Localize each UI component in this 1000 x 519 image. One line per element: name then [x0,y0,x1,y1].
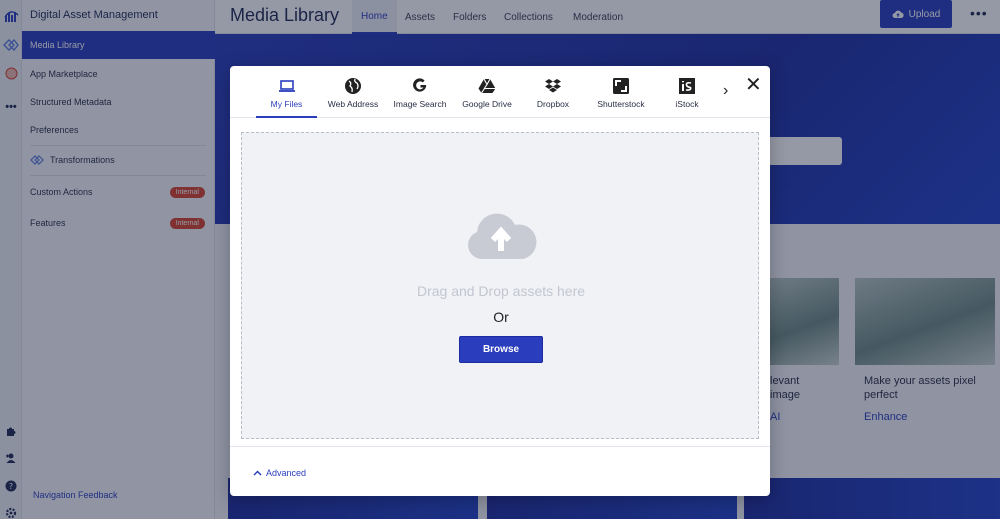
tab-label: iStock [675,99,699,109]
tab-label: Shutterstock [597,99,645,109]
tab-web-address[interactable]: Web Address [323,66,383,118]
close-icon[interactable]: ✕ [745,75,762,95]
globe-icon [343,76,363,96]
tab-dropbox[interactable]: Dropbox [527,66,579,118]
tab-my-files[interactable]: My Files [256,66,317,118]
advanced-toggle[interactable]: Advanced [253,468,306,478]
tab-istock[interactable]: iStock [668,66,706,118]
tab-label: Dropbox [536,99,570,109]
upload-dialog: My Files Web Address Image Search Google… [230,66,770,496]
source-tabs: My Files Web Address Image Search Google… [230,66,770,118]
drag-drop-text: Drag and Drop assets here [416,283,586,299]
tab-label: Google Drive [462,99,512,109]
tab-shutterstock[interactable]: Shutterstock [588,66,654,118]
tab-label: Web Address [327,99,379,109]
tab-label: Image Search [393,99,447,109]
laptop-icon [277,76,297,96]
cloud-upload-icon [465,211,537,266]
or-text: Or [493,309,509,325]
dropbox-icon [543,76,563,96]
drop-zone[interactable]: Drag and Drop assets here Or Browse [241,132,759,439]
tab-google-drive[interactable]: Google Drive [457,66,517,118]
tab-label: My Files [270,99,303,109]
advanced-label: Advanced [266,468,307,478]
google-drive-icon [477,76,497,96]
google-icon [410,76,430,96]
tab-image-search[interactable]: Image Search [389,66,451,118]
istock-icon [677,76,697,96]
chevron-up-icon [253,470,262,476]
chevron-right-icon[interactable]: › [723,82,728,100]
shutterstock-icon [611,76,631,96]
dialog-footer: Advanced [230,446,770,496]
browse-button[interactable]: Browse [459,336,543,363]
